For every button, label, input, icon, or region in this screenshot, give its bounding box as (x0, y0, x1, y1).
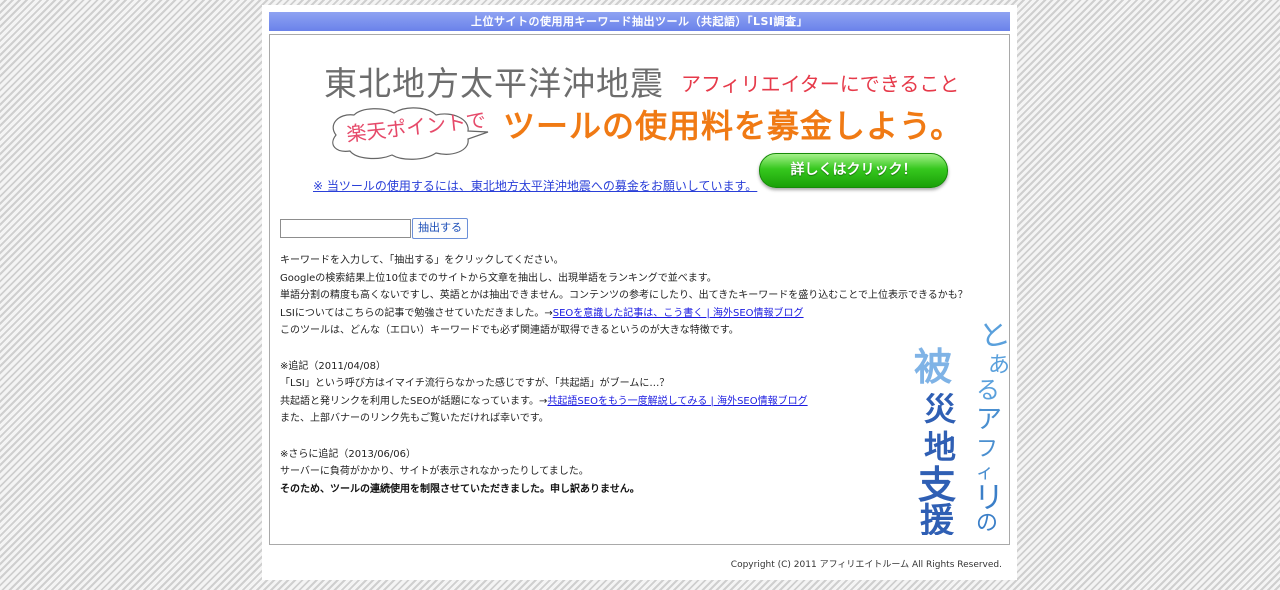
lsi-article-link[interactable]: SEOを意識した記事は、こう書く | 海外SEO情報ブログ (553, 308, 804, 319)
feature-line: このツールは、どんな（エロい）キーワードでも必ず関連語が取得できるというのが大き… (280, 325, 739, 337)
extract-button[interactable]: 抽出する (412, 218, 468, 239)
banner-fund-heading: ツールの使用料を募金しよう。 (503, 107, 964, 145)
addendum-1-line-c: また、上部バナーのリンク先もご覧いただければ幸いです。 (280, 413, 549, 425)
lsi-line: LSIについてはこちらの記事で勉強させていただきました。→SEOを意識した記事は… (280, 307, 804, 319)
main-content: 抽出する キーワードを入力して、「抽出する」をクリックしてください。 Googl… (269, 210, 1010, 545)
svg-text:と: と (976, 320, 1010, 356)
banner-note-link[interactable]: ※ 当ツールの使用するには、東北地方太平洋沖地震への募金をお願いしています。 (313, 177, 757, 194)
addendum-2-heading: ※さらに追記（2013/06/06） (280, 448, 417, 460)
addendum-2-line-b: そのため、ツールの連続使用を制限させていただきました。申し訳ありません。 (280, 483, 640, 495)
addendum-1-line-a: 「LSI」という呼び方はイマイチ流行らなかった感じですが、「共起語」がブームに…… (280, 378, 670, 390)
svg-text:援: 援 (920, 501, 955, 535)
addendum-2-line-a: サーバーに負荷がかかり、サイトが表示されなかったりしてました。 (280, 466, 589, 478)
details-button[interactable]: 詳しくはクリック！ (759, 153, 948, 188)
cooccurrence-seo-link[interactable]: 共起語SEOをもう一度解説してみる | 海外SEO情報ブログ (547, 396, 807, 407)
svg-text:被: 被 (914, 344, 952, 389)
disaster-support-logo[interactable]: と あ る ア フ ィ リ の 被 災 地 支 援 (910, 320, 1010, 535)
note-line: 単語分割の精度も高くないですし、英語とかは抽出できません。コンテンツの参考にした… (280, 290, 968, 302)
instruction-line: キーワードを入力して、「抽出する」をクリックしてください。 (280, 255, 564, 266)
copyright-footer: Copyright (C) 2011 アフィリエイトルーム All Rights… (730, 560, 1002, 570)
donation-banner[interactable]: 東北地方太平洋沖地震 アフィリエイターにできること 楽天ポイントで ツールの使用… (269, 34, 1010, 211)
keyword-input[interactable] (280, 219, 411, 238)
addendum-1-line-b: 共起語と発リンクを利用したSEOが話題になっています。→共起語SEOをもう一度解… (280, 395, 808, 407)
page-title: 上位サイトの使用用キーワード抽出ツール（共起語）「LSI調査」 (269, 12, 1010, 31)
banner-quake-heading: 東北地方太平洋沖地震 (324, 64, 664, 103)
description-line: Googleの検索結果上位10位までのサイトから文章を抽出し、出現単語をランキン… (280, 272, 717, 284)
svg-text:災: 災 (924, 390, 957, 428)
svg-text:の: の (976, 511, 998, 535)
addendum-1-heading: ※追記（2011/04/08） (280, 360, 387, 372)
svg-text:フ: フ (976, 437, 998, 462)
page-container: 上位サイトの使用用キーワード抽出ツール（共起語）「LSI調査」 東北地方太平洋沖… (262, 5, 1017, 580)
banner-affiliate-text: アフィリエイターにできること (681, 72, 960, 96)
description-text: キーワードを入力して、「抽出する」をクリックしてください。 Googleの検索結… (280, 252, 1000, 498)
svg-text:ア: ア (976, 405, 1002, 435)
svg-text:る: る (976, 376, 1000, 404)
svg-text:地: 地 (924, 428, 956, 466)
svg-text:ィ: ィ (976, 462, 994, 483)
svg-text:あ: あ (988, 353, 1010, 378)
